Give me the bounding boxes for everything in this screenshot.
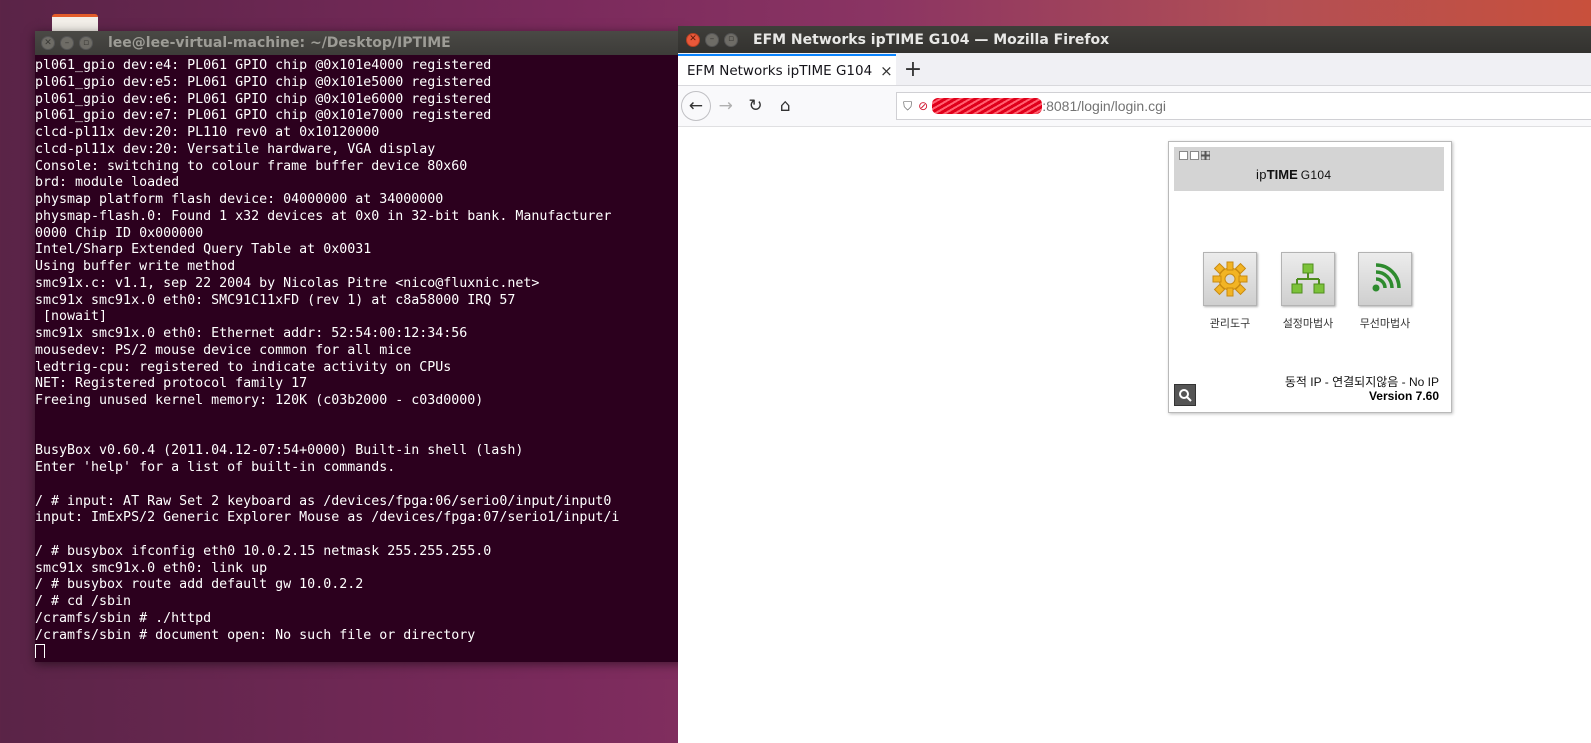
terminal-line: physmap-flash.0: Found 1 x32 devices at … <box>35 208 612 224</box>
arrow-right-icon: → <box>718 96 733 116</box>
terminal-line: pl061_gpio dev:e4: PL061 GPIO chip @0x10… <box>35 58 492 73</box>
terminal-line: /cramfs/sbin # document open: No such fi… <box>35 627 476 643</box>
search-icon <box>1179 389 1192 402</box>
terminal-line: Enter 'help' for a list of built-in comm… <box>35 460 396 475</box>
search-button[interactable] <box>1174 384 1196 406</box>
admin-tool-button[interactable]: 관리도구 <box>1195 252 1265 331</box>
terminal-line: pl061_gpio dev:e5: PL061 GPIO chip @0x10… <box>35 74 492 90</box>
page-content: ipTIME G104 관리도구 설정마법사 무선마법사 동적 IP - 연결되… <box>678 127 1591 743</box>
new-tab-button[interactable]: + <box>896 54 930 85</box>
terminal-line: mousedev: PS/2 mouse device common for a… <box>35 342 412 358</box>
wireless-wizard-button[interactable]: 무선마법사 <box>1350 252 1420 331</box>
window-icon[interactable] <box>1179 151 1188 160</box>
terminal-line: Intel/Sharp Extended Query Table at 0x00… <box>35 242 372 258</box>
terminal-line: input: ImExPS/2 Generic Explorer Mouse a… <box>35 510 620 526</box>
firmware-version: Version 7.60 <box>1368 389 1439 403</box>
grid-icon[interactable] <box>1200 150 1211 161</box>
terminal-line: /cramfs/sbin # ./httpd <box>35 610 212 626</box>
maximize-icon: ▫ <box>727 34 735 44</box>
terminal-line: Console: switching to colour frame buffe… <box>35 158 468 174</box>
reload-icon: ↻ <box>748 96 763 116</box>
brand-prefix: ip <box>1256 167 1267 182</box>
terminal-line: 0000 Chip ID 0x000000 <box>35 225 204 241</box>
reload-button[interactable]: ↻ <box>741 91 771 121</box>
wireless-wizard-label: 무선마법사 <box>1359 317 1411 330</box>
tab-label: EFM Networks ipTIME G104 <box>687 62 873 79</box>
network-wizard-icon[interactable] <box>1281 252 1335 306</box>
terminal-line: physmap platform flash device: 04000000 … <box>35 192 444 207</box>
setup-wizard-label: 설정마법사 <box>1282 317 1334 330</box>
terminal-line: / # busybox ifconfig eth0 10.0.2.15 netm… <box>35 543 492 559</box>
firefox-titlebar[interactable]: ✕ – ▫ EFM Networks ipTIME G104 — Mozilla… <box>678 26 1591 53</box>
terminal-output[interactable]: pl061_gpio dev:e4: PL061 GPIO chip @0x10… <box>35 55 685 658</box>
terminal-line: smc91x.c: v1.1, sep 22 2004 by Nicolas P… <box>35 275 540 291</box>
terminal-line: pl061_gpio dev:e7: PL061 GPIO chip @0x10… <box>35 108 492 124</box>
terminal-minimize-button[interactable]: – <box>60 36 74 50</box>
terminal-line: clcd-pl11x dev:20: Versatile hardware, V… <box>35 141 436 157</box>
terminal-line: NET: Registered protocol family 17 <box>35 376 308 392</box>
terminal-line: ledtrig-cpu: registered to indicate acti… <box>35 359 452 375</box>
terminal-line: / # cd /sbin <box>35 594 132 609</box>
terminal-line: Using buffer write method <box>35 259 236 274</box>
admin-tool-label: 관리도구 <box>1209 317 1251 330</box>
header-icons <box>1179 150 1211 161</box>
maximize-icon: ▫ <box>82 37 90 48</box>
terminal-line: BusyBox v0.60.4 (2011.04.12-07:54+0000) … <box>35 443 524 459</box>
url-text: :8081/login/login.cgi <box>1042 98 1166 114</box>
terminal-line: clcd-pl11x dev:20: PL110 rev0 at 0x10120… <box>35 125 380 140</box>
nav-bar: ← → ↻ ⌂ ⛉ ⊘ :8081/login/login.cgi <box>678 86 1591 127</box>
home-button[interactable]: ⌂ <box>770 91 800 121</box>
shield-icon[interactable]: ⛉ <box>903 99 912 114</box>
firefox-window-title: EFM Networks ipTIME G104 — Mozilla Firef… <box>753 31 1110 48</box>
back-button[interactable]: ← <box>681 91 711 121</box>
terminal-line: [nowait] <box>35 309 108 325</box>
wireless-icon[interactable] <box>1358 252 1412 306</box>
arrow-left-icon: ← <box>688 96 704 116</box>
setup-wizard-button[interactable]: 설정마법사 <box>1273 252 1343 331</box>
minimize-icon: – <box>709 34 715 44</box>
terminal-line: pl061_gpio dev:e6: PL061 GPIO chip @0x10… <box>35 91 492 107</box>
brand-bold: TIME <box>1266 167 1298 182</box>
firefox-minimize-button[interactable]: – <box>705 32 719 47</box>
insecure-lock-icon[interactable]: ⊘ <box>918 99 928 113</box>
router-header: ipTIME G104 <box>1174 147 1444 191</box>
brand-model: G104 <box>1300 168 1332 182</box>
terminal-maximize-button[interactable]: ▫ <box>79 36 93 50</box>
minimize-icon: – <box>64 37 70 48</box>
firefox-close-button[interactable]: ✕ <box>686 32 700 47</box>
firefox-window[interactable]: ✕ – ▫ EFM Networks ipTIME G104 — Mozilla… <box>678 26 1591 743</box>
firefox-maximize-button[interactable]: ▫ <box>724 32 738 47</box>
terminal-title: lee@lee-virtual-machine: ~/Desktop/IPTIM… <box>108 35 451 51</box>
tab-bar: EFM Networks ipTIME G104 × + <box>678 53 1591 86</box>
gear-icon[interactable] <box>1203 252 1257 306</box>
forward-button[interactable]: → <box>711 91 741 121</box>
close-icon: ✕ <box>44 37 52 48</box>
close-icon: ✕ <box>689 34 697 44</box>
home-icon: ⌂ <box>779 96 791 116</box>
connection-status: 동적 IP - 연결되지않음 - No IP <box>1284 375 1439 389</box>
restore-icon[interactable] <box>1190 151 1199 160</box>
terminal-line: Freeing unused kernel memory: 120K (c03b… <box>35 393 484 408</box>
terminal-cursor <box>35 644 45 658</box>
terminal-line: / # busybox route add default gw 10.0.2.… <box>35 577 364 593</box>
terminal-line: smc91x smc91x.0 eth0: SMC91C11xFD (rev 1… <box>35 292 516 308</box>
router-login-panel: ipTIME G104 관리도구 설정마법사 무선마법사 동적 IP - 연결되… <box>1168 141 1452 413</box>
tab-iptime[interactable]: EFM Networks ipTIME G104 × <box>678 54 896 85</box>
terminal-line: / # input: AT Raw Set 2 keyboard as /dev… <box>35 493 612 509</box>
terminal-window[interactable]: ✕ – ▫ lee@lee-virtual-machine: ~/Desktop… <box>35 31 685 662</box>
iptime-logo: ipTIME G104 <box>1256 167 1331 182</box>
tab-close-icon[interactable]: × <box>880 62 893 80</box>
terminal-prompt-line[interactable] <box>35 644 685 658</box>
terminal-line: smc91x smc91x.0 eth0: Ethernet addr: 52:… <box>35 326 468 341</box>
terminal-line: brd: module loaded <box>35 175 180 191</box>
terminal-line: smc91x smc91x.0 eth0: link up <box>35 560 268 576</box>
terminal-close-button[interactable]: ✕ <box>41 36 55 50</box>
url-bar[interactable]: ⛉ ⊘ :8081/login/login.cgi <box>896 92 1591 120</box>
terminal-titlebar[interactable]: ✕ – ▫ lee@lee-virtual-machine: ~/Desktop… <box>35 31 685 55</box>
redacted-host <box>932 98 1043 114</box>
